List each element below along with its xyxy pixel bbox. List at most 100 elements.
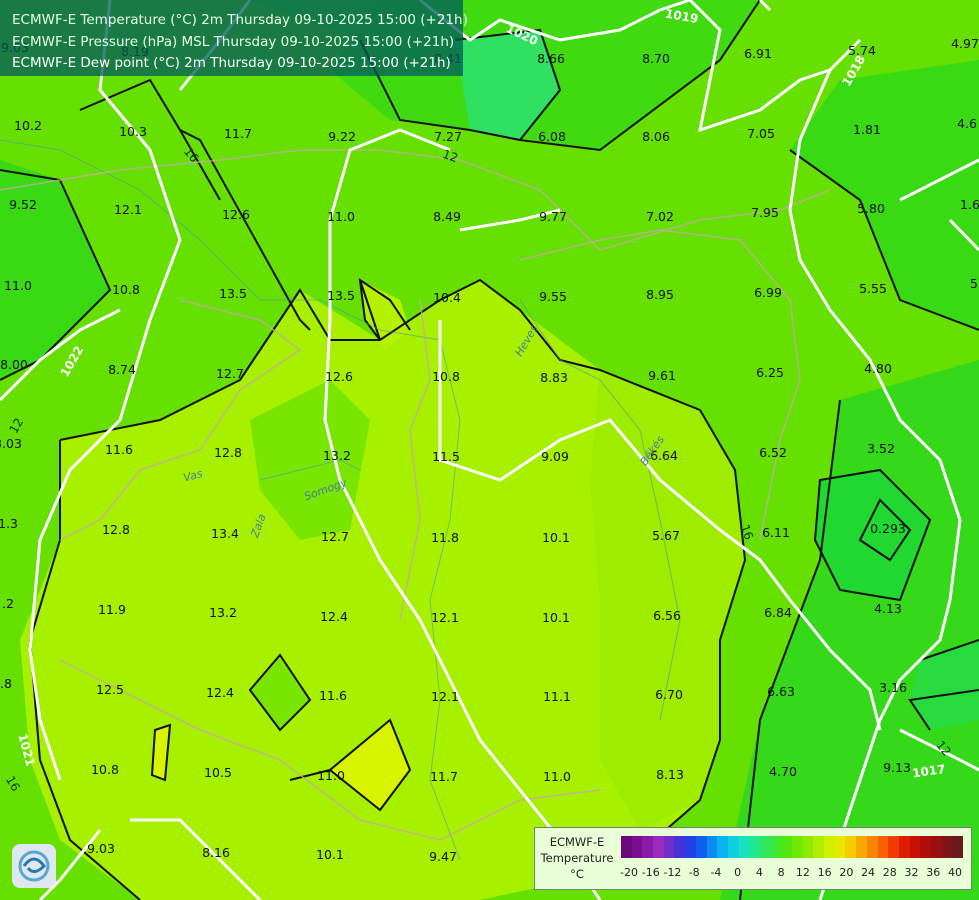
legend-title-line: Temperature <box>540 851 614 865</box>
legend-tick: -20 <box>620 866 638 879</box>
legend-tick: 0 <box>734 866 742 879</box>
temperature-value: 10.3 <box>119 124 147 139</box>
temperature-value: 10.1 <box>316 847 344 862</box>
map-canvas: 9.038.1910.210.311.79.227.276.088.418.66… <box>0 0 979 900</box>
temperature-value: 10.1 <box>542 530 570 545</box>
temperature-value: 11.0 <box>327 209 355 224</box>
legend-title-line: °C <box>570 867 584 881</box>
legend-tick: 40 <box>948 866 962 879</box>
legend-color-swatch <box>952 836 963 858</box>
legend-color-swatch <box>685 836 696 858</box>
legend-title-line: ECMWF-E <box>549 835 605 849</box>
temperature-value: 10.4 <box>433 290 461 305</box>
temperature-value: 13.2 <box>209 605 237 620</box>
temperature-value: 1.3 <box>0 516 18 531</box>
legend-color-swatch <box>706 836 718 858</box>
legend-tick: 32 <box>904 866 919 879</box>
temperature-value: 9.61 <box>648 368 676 383</box>
temperature-value: 4.6 <box>957 116 977 131</box>
legend-color-swatch <box>653 836 664 858</box>
temperature-value: 5.55 <box>859 281 887 296</box>
temperature-value: 9.09 <box>541 449 569 464</box>
temperature-value: 8.49 <box>433 209 461 224</box>
pressure-title[interactable]: ECMWF-E Pressure (hPa) MSL Thursday 09-1… <box>12 34 454 50</box>
legend-color-swatch <box>845 836 857 858</box>
legend-color-swatch <box>621 836 632 858</box>
temperature-value: .8 <box>0 676 12 691</box>
temperature-value: 11.8 <box>431 530 459 545</box>
temperature-value: 12.7 <box>321 529 349 544</box>
legend-color-swatch <box>749 836 760 858</box>
temperature-value: 13.4 <box>211 526 239 541</box>
temperature-value: 10.5 <box>204 765 232 780</box>
temperature-value: 11.7 <box>224 126 252 141</box>
temperature-value: 12.8 <box>214 445 242 460</box>
legend-color-swatch <box>802 836 814 858</box>
legend-tick: 20 <box>839 866 854 879</box>
temperature-value: 7.27 <box>434 129 462 144</box>
temperature-value: 8.74 <box>108 362 136 377</box>
legend-tick: -8 <box>688 866 700 879</box>
ecmwf-logo-icon <box>12 844 56 888</box>
temperature-value: 4.13 <box>874 601 902 616</box>
legend-tick: 28 <box>882 866 897 879</box>
temperature-value: .2 <box>2 596 14 611</box>
legend-tick: 12 <box>795 866 810 879</box>
legend-tick: 16 <box>817 866 832 879</box>
temperature-value: 6.70 <box>655 687 683 702</box>
temperature-value: 7.05 <box>747 126 775 141</box>
legend-color-swatch <box>759 836 771 858</box>
legend-tick: -16 <box>641 866 660 879</box>
temperature-value: 8.16 <box>202 845 230 860</box>
temperature-value: 6.99 <box>754 285 782 300</box>
legend-color-swatch <box>631 836 643 858</box>
temperature-value: 8.66 <box>537 51 565 66</box>
temperature-value: 9.52 <box>9 197 37 212</box>
temperature-value: 6.52 <box>759 445 787 460</box>
legend-color-swatch <box>877 836 889 858</box>
temperature-value: 6.56 <box>653 608 681 623</box>
legend-color-swatch <box>941 836 953 858</box>
temperature-value: 11.0 <box>543 769 571 784</box>
temperature-value: 12.4 <box>320 609 348 624</box>
temperature-value: 12.6 <box>325 369 353 384</box>
temperature-value: 1.6 <box>960 197 979 212</box>
temperature-value: 1.81 <box>853 122 881 137</box>
temperature-value: 13.5 <box>327 288 355 303</box>
dewpoint-title[interactable]: ECMWF-E Dew point (°C) 2m Thursday 09-10… <box>12 55 451 71</box>
temperature-value: 4.97 <box>951 36 979 51</box>
legend-color-swatch <box>898 836 910 858</box>
temperature-value: 8.06 <box>642 129 670 144</box>
legend-tick: 4 <box>755 866 763 879</box>
temperature-title[interactable]: ECMWF-E Temperature (°C) 2m Thursday 09-… <box>12 12 468 28</box>
temperature-value: 8.13 <box>656 767 684 782</box>
legend-color-swatch <box>824 836 835 858</box>
weather-map[interactable]: 9.038.1910.210.311.79.227.276.088.418.66… <box>0 0 979 900</box>
legend-color-swatch <box>930 836 942 858</box>
legend-color-swatch <box>770 836 782 858</box>
temperature-value: 4.70 <box>769 764 797 779</box>
temperature-value: 7.95 <box>751 205 779 220</box>
legend-ticks: -20 -16 -12 -8 -4 0 4 8 12 16 20 24 28 32 36 40 <box>620 866 963 880</box>
legend-color-swatch <box>695 836 707 858</box>
temperature-value: 8.83 <box>540 370 568 385</box>
temperature-value: 12.1 <box>431 610 459 625</box>
temperature-value: 12.1 <box>114 202 142 217</box>
temperature-value: 10.1 <box>542 610 570 625</box>
legend-color-swatch <box>717 836 728 858</box>
temperature-value: 3.03 <box>0 436 22 451</box>
temperature-value: 11.7 <box>430 769 458 784</box>
temperature-value: 11.5 <box>432 449 460 464</box>
temperature-value: 3.16 <box>879 680 907 695</box>
temperature-value: 5.74 <box>848 43 876 58</box>
legend-color-swatch <box>813 836 825 858</box>
legend-color-swatch <box>781 836 792 858</box>
temperature-value: 7.02 <box>646 209 674 224</box>
temperature-value: 9.55 <box>539 289 567 304</box>
legend-colorbar <box>621 836 963 858</box>
temperature-value: 10.2 <box>14 118 42 133</box>
temperature-value: 6.84 <box>764 605 792 620</box>
temperature-value: 11.6 <box>319 688 347 703</box>
temperature-value: 11.0 <box>317 768 345 783</box>
temperature-value: 9.03 <box>87 841 115 856</box>
